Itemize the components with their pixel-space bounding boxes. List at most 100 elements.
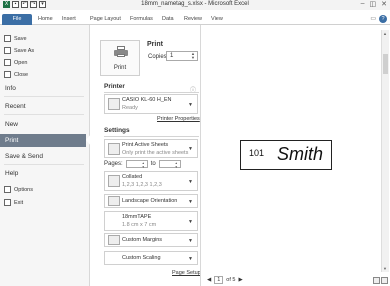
nav-new[interactable]: New bbox=[5, 121, 18, 128]
tab-insert[interactable]: Insert bbox=[62, 14, 76, 25]
close-file-icon bbox=[4, 71, 11, 78]
tab-home[interactable]: Home bbox=[38, 14, 53, 25]
nav-save-label: Save bbox=[14, 35, 27, 42]
section-divider bbox=[104, 136, 199, 137]
pages-label: Pages: bbox=[104, 161, 123, 167]
printer-icon bbox=[114, 46, 128, 57]
window-controls: – ◫ ✕ bbox=[361, 0, 387, 8]
tab-data[interactable]: Data bbox=[162, 14, 174, 25]
tab-page-layout[interactable]: Page Layout bbox=[90, 14, 121, 25]
label-preview: 101 Smith bbox=[240, 140, 332, 170]
tab-review[interactable]: Review bbox=[184, 14, 202, 25]
show-margins-button[interactable] bbox=[373, 277, 380, 284]
copies-spinner[interactable]: ▲ ▼ bbox=[191, 52, 195, 60]
pages-from-input[interactable]: ▲ ▼ bbox=[125, 160, 148, 169]
nav-print[interactable]: Print bbox=[0, 134, 86, 147]
tab-formulas[interactable]: Formulas bbox=[130, 14, 153, 25]
tab-file[interactable]: File bbox=[2, 14, 32, 25]
paper-size-sub: 1.8 cm x 7 cm bbox=[122, 222, 157, 228]
close-icon[interactable]: ✕ bbox=[381, 0, 387, 8]
open-folder-icon bbox=[4, 59, 11, 66]
nav-help[interactable]: Help bbox=[5, 170, 18, 177]
scroll-down-icon[interactable]: ▼ bbox=[383, 266, 387, 271]
margins-icon bbox=[108, 235, 120, 245]
selected-arrow bbox=[86, 134, 91, 146]
save-as-icon bbox=[4, 47, 11, 54]
chevron-down-icon: ▼ bbox=[188, 199, 193, 205]
print-what-dropdown[interactable]: Print Active Sheets Only print the activ… bbox=[104, 139, 198, 158]
pages-row: Pages: ▲ ▼ to ▲ ▼ bbox=[104, 160, 181, 169]
copies-value: 1 bbox=[170, 53, 174, 59]
tab-view[interactable]: View bbox=[211, 14, 223, 25]
nav-recent[interactable]: Recent bbox=[5, 103, 26, 110]
zoom-buttons bbox=[373, 277, 388, 284]
save-icon bbox=[4, 35, 11, 42]
page-setup-link[interactable]: Page Setup bbox=[172, 270, 201, 276]
help-icon[interactable]: ? bbox=[379, 15, 387, 23]
nav-open-label: Open bbox=[14, 59, 28, 66]
nav-exit-label: Exit bbox=[14, 199, 24, 206]
current-page-input[interactable]: 1 bbox=[214, 276, 224, 284]
paper-size-label: 18mmTAPE bbox=[122, 214, 152, 220]
nav-save[interactable]: Save bbox=[4, 34, 27, 43]
nav-divider bbox=[4, 164, 84, 165]
label-number: 101 bbox=[249, 148, 265, 158]
ribbon-tabs: File Home Insert Page Layout Formulas Da… bbox=[0, 14, 390, 25]
print-button[interactable]: Print bbox=[100, 40, 140, 76]
printer-dropdown[interactable]: CASIO KL-60 H_EN Ready ▼ bbox=[104, 94, 198, 114]
chevron-down-icon: ▼ bbox=[188, 238, 193, 244]
pages-to-label: to bbox=[150, 161, 156, 167]
print-heading: Print bbox=[147, 41, 163, 48]
printer-device-icon bbox=[108, 98, 120, 110]
printer-properties-link[interactable]: Printer Properties bbox=[157, 116, 200, 122]
collation-dropdown[interactable]: Collated 1,2,3 1,2,3 1,2,3 ▼ bbox=[104, 171, 198, 191]
margins-label: Custom Margins bbox=[122, 237, 163, 243]
minimize-icon[interactable]: – bbox=[361, 0, 365, 8]
nav-close-label: Close bbox=[14, 71, 29, 78]
collation-label: Collated bbox=[122, 174, 143, 180]
printer-name: CASIO KL-60 H_EN bbox=[122, 97, 172, 103]
page-total: of 5 bbox=[226, 277, 236, 283]
collated-icon bbox=[108, 175, 120, 187]
restore-icon[interactable]: ◫ bbox=[370, 0, 377, 8]
scroll-thumb[interactable] bbox=[383, 54, 388, 74]
nav-open[interactable]: Open bbox=[4, 58, 27, 67]
landscape-icon bbox=[108, 196, 120, 206]
printer-heading: Printer bbox=[104, 83, 125, 90]
margins-dropdown[interactable]: Custom Margins ▼ bbox=[104, 233, 198, 247]
title-bar: X ▪ ↶ ↷ ▾ 18mm_nametag_s.xlsx - Microsof… bbox=[0, 0, 390, 10]
chevron-down-icon: ▼ bbox=[188, 146, 193, 152]
nav-info[interactable]: Info bbox=[5, 85, 16, 92]
chevron-down-icon: ▼ bbox=[188, 219, 193, 225]
sheets-icon bbox=[108, 143, 120, 155]
nav-divider bbox=[4, 96, 84, 97]
previous-page-icon[interactable]: ◀ bbox=[207, 277, 211, 283]
pages-to-input[interactable]: ▲ ▼ bbox=[158, 160, 181, 169]
next-page-icon[interactable]: ▶ bbox=[238, 277, 242, 283]
nav-close[interactable]: Close bbox=[4, 70, 28, 79]
settings-heading: Settings bbox=[104, 127, 130, 134]
window-title: 18mm_nametag_s.xlsx - Microsoft Excel bbox=[141, 1, 249, 7]
chevron-down-icon: ▼ bbox=[188, 179, 193, 185]
orientation-dropdown[interactable]: Landscape Orientation ▼ bbox=[104, 194, 198, 208]
nav-divider bbox=[4, 114, 84, 115]
zoom-to-page-button[interactable] bbox=[381, 277, 388, 284]
nav-options[interactable]: Options bbox=[4, 185, 33, 194]
collation-sub: 1,2,3 1,2,3 1,2,3 bbox=[122, 182, 162, 188]
chevron-down-icon: ▼ bbox=[188, 102, 193, 108]
scroll-up-icon[interactable]: ▲ bbox=[383, 31, 387, 36]
exit-icon bbox=[4, 199, 11, 206]
scaling-label: Custom Scaling bbox=[122, 255, 161, 261]
chevron-down-icon: ▼ bbox=[188, 256, 193, 262]
nav-exit[interactable]: Exit bbox=[4, 198, 23, 207]
nav-save-as-label: Save As bbox=[14, 47, 35, 54]
copies-input[interactable]: 1 ▲ ▼ bbox=[166, 51, 198, 61]
minimize-ribbon-icon[interactable]: ▭ bbox=[370, 15, 376, 23]
print-button-label: Print bbox=[113, 65, 127, 71]
nav-save-send[interactable]: Save & Send bbox=[5, 153, 43, 160]
orientation-label: Landscape Orientation bbox=[122, 198, 178, 204]
paper-size-dropdown[interactable]: 18mmTAPE 1.8 cm x 7 cm ▼ bbox=[104, 211, 198, 231]
preview-scrollbar[interactable]: ▲ ▼ bbox=[381, 30, 389, 272]
nav-save-as[interactable]: Save As bbox=[4, 46, 34, 55]
scaling-dropdown[interactable]: Custom Scaling ▼ bbox=[104, 251, 198, 265]
